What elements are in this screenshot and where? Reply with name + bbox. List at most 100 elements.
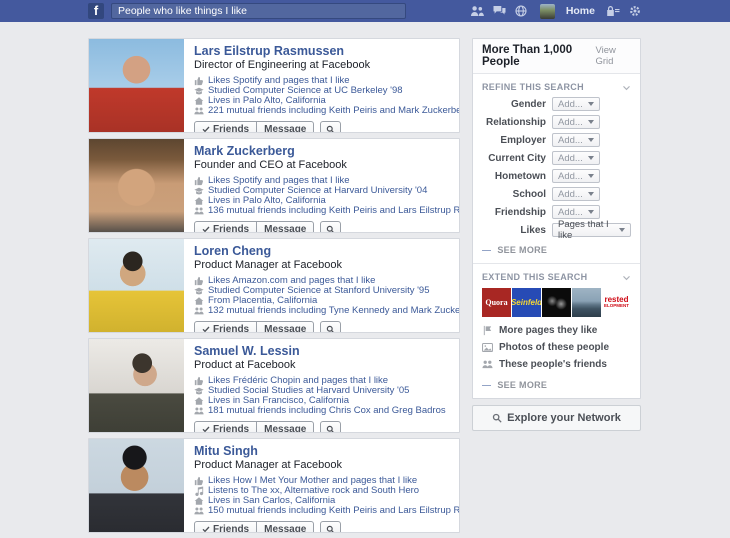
band-logo-tile[interactable] bbox=[542, 288, 571, 317]
search-person-button[interactable] bbox=[320, 221, 341, 232]
filter-label: Likes bbox=[482, 225, 546, 236]
notifications-globe-icon[interactable] bbox=[515, 5, 527, 17]
like-icon bbox=[194, 476, 204, 486]
home-link[interactable]: Home bbox=[566, 5, 595, 17]
friends-button[interactable]: Friends bbox=[194, 421, 257, 432]
current-city-add-dropdown[interactable]: Add... bbox=[552, 151, 600, 165]
chevron-down-icon[interactable] bbox=[622, 83, 631, 92]
home-icon bbox=[194, 96, 204, 106]
explore-your-network-button[interactable]: Explore your Network bbox=[472, 405, 641, 431]
person-name-link[interactable]: Samuel W. Lessin bbox=[194, 344, 449, 359]
profile-photo[interactable] bbox=[89, 439, 184, 532]
chevron-down-icon[interactable] bbox=[622, 273, 631, 282]
mutual-friends-icon bbox=[194, 506, 204, 516]
gender-add-dropdown[interactable]: Add... bbox=[552, 97, 600, 111]
result-card: Loren Cheng Product Manager at Facebook … bbox=[88, 238, 460, 333]
liked-pages-thumbnails: Quora Seinfeld rested ELOPMENT bbox=[473, 287, 640, 323]
view-grid-link[interactable]: View Grid bbox=[595, 45, 631, 67]
message-button[interactable]: Message bbox=[256, 521, 314, 532]
friend-requests-icon[interactable] bbox=[470, 5, 484, 17]
caret-down-icon bbox=[588, 120, 594, 124]
extend-see-more-link[interactable]: — SEE MORE bbox=[473, 376, 640, 398]
profile-photo[interactable] bbox=[89, 39, 184, 132]
minus-icon: — bbox=[482, 245, 491, 255]
these-peoples-friends-link[interactable]: These people's friends bbox=[482, 359, 631, 370]
filter-row-friendship: Friendship Add... bbox=[482, 205, 631, 219]
more-pages-they-like-link[interactable]: More pages they like bbox=[482, 325, 631, 336]
filter-row-relationship: Relationship Add... bbox=[482, 115, 631, 129]
mutual-friends-line[interactable]: 132 mutual friends including Tyne Kenned… bbox=[194, 306, 449, 316]
like-icon bbox=[194, 376, 204, 386]
search-input[interactable] bbox=[111, 3, 406, 19]
search-person-button[interactable] bbox=[320, 421, 341, 432]
mutual-friends-line[interactable]: 221 mutual friends including Keith Peiri… bbox=[194, 106, 449, 116]
result-card: Samuel W. Lessin Product at Facebook Lik… bbox=[88, 338, 460, 433]
settings-gear-icon[interactable] bbox=[629, 5, 641, 17]
message-button[interactable]: Message bbox=[256, 321, 314, 332]
school-add-dropdown[interactable]: Add... bbox=[552, 187, 600, 201]
likes-dropdown[interactable]: Pages that I like bbox=[552, 223, 631, 237]
filter-row-hometown: Hometown Add... bbox=[482, 169, 631, 183]
like-icon bbox=[194, 176, 204, 186]
friendship-add-dropdown[interactable]: Add... bbox=[552, 205, 600, 219]
seinfeld-tile[interactable]: Seinfeld bbox=[512, 288, 541, 317]
relationship-add-dropdown[interactable]: Add... bbox=[552, 115, 600, 129]
person-title: Director of Engineering at Facebook bbox=[194, 59, 449, 72]
profile-avatar[interactable] bbox=[540, 4, 555, 19]
refine-see-more-link[interactable]: — SEE MORE bbox=[473, 241, 640, 263]
search-tools-sidebar: More Than 1,000 People View Grid REFINE … bbox=[472, 38, 641, 431]
quora-tile[interactable]: Quora bbox=[482, 288, 511, 317]
message-button[interactable]: Message bbox=[256, 221, 314, 232]
person-name-link[interactable]: Loren Cheng bbox=[194, 244, 449, 259]
person-title: Product Manager at Facebook bbox=[194, 459, 449, 472]
person-name-link[interactable]: Mark Zuckerberg bbox=[194, 144, 449, 159]
education-icon bbox=[194, 186, 204, 196]
caret-down-icon bbox=[588, 174, 594, 178]
message-button[interactable]: Message bbox=[256, 421, 314, 432]
arrested-development-tile[interactable]: rested ELOPMENT bbox=[602, 288, 631, 317]
mutual-friends-icon bbox=[194, 106, 204, 116]
mutual-friends-icon bbox=[194, 306, 204, 316]
friends-button[interactable]: Friends bbox=[194, 521, 257, 532]
caret-down-icon bbox=[588, 102, 594, 106]
messages-icon[interactable] bbox=[493, 5, 506, 17]
filter-row-likes: Likes Pages that I like bbox=[482, 223, 631, 237]
check-icon bbox=[202, 525, 210, 532]
friends-button[interactable]: Friends bbox=[194, 321, 257, 332]
person-name-link[interactable]: Mitu Singh bbox=[194, 444, 449, 459]
privacy-shortcuts-icon[interactable] bbox=[606, 5, 620, 17]
filter-label: Gender bbox=[482, 99, 546, 110]
facebook-logo[interactable]: f bbox=[88, 3, 104, 19]
search-person-button[interactable] bbox=[320, 121, 341, 132]
hometown-add-dropdown[interactable]: Add... bbox=[552, 169, 600, 183]
results-count: More Than 1,000 People bbox=[482, 44, 595, 68]
like-icon bbox=[194, 76, 204, 86]
person-title: Product at Facebook bbox=[194, 359, 449, 372]
profile-photo[interactable] bbox=[89, 139, 184, 232]
mutual-friends-line[interactable]: 181 mutual friends including Chris Cox a… bbox=[194, 406, 449, 416]
city-photo-tile[interactable] bbox=[572, 288, 601, 317]
person-name-link[interactable]: Lars Eilstrup Rasmussen bbox=[194, 44, 449, 59]
filter-row-school: School Add... bbox=[482, 187, 631, 201]
extend-search-heading: EXTEND THIS SEARCH bbox=[482, 272, 587, 282]
minus-icon: — bbox=[482, 380, 491, 390]
friends-button[interactable]: Friends bbox=[194, 221, 257, 232]
search-person-button[interactable] bbox=[320, 521, 341, 532]
filter-label: Relationship bbox=[482, 117, 546, 128]
mutual-friends-line[interactable]: 150 mutual friends including Keith Peiri… bbox=[194, 506, 449, 516]
mutual-friends-icon bbox=[194, 206, 204, 216]
caret-down-icon bbox=[588, 192, 594, 196]
education-icon bbox=[194, 286, 204, 296]
magnifier-icon bbox=[492, 413, 502, 423]
profile-photo[interactable] bbox=[89, 339, 184, 432]
home-icon bbox=[194, 196, 204, 206]
profile-photo[interactable] bbox=[89, 239, 184, 332]
mutual-friends-line[interactable]: 136 mutual friends including Keith Peiri… bbox=[194, 206, 449, 216]
filter-label: Friendship bbox=[482, 207, 546, 218]
employer-add-dropdown[interactable]: Add... bbox=[552, 133, 600, 147]
magnifier-icon bbox=[326, 425, 335, 433]
friends-button[interactable]: Friends bbox=[194, 121, 257, 132]
search-person-button[interactable] bbox=[320, 321, 341, 332]
message-button[interactable]: Message bbox=[256, 121, 314, 132]
photos-of-these-people-link[interactable]: Photos of these people bbox=[482, 342, 631, 353]
